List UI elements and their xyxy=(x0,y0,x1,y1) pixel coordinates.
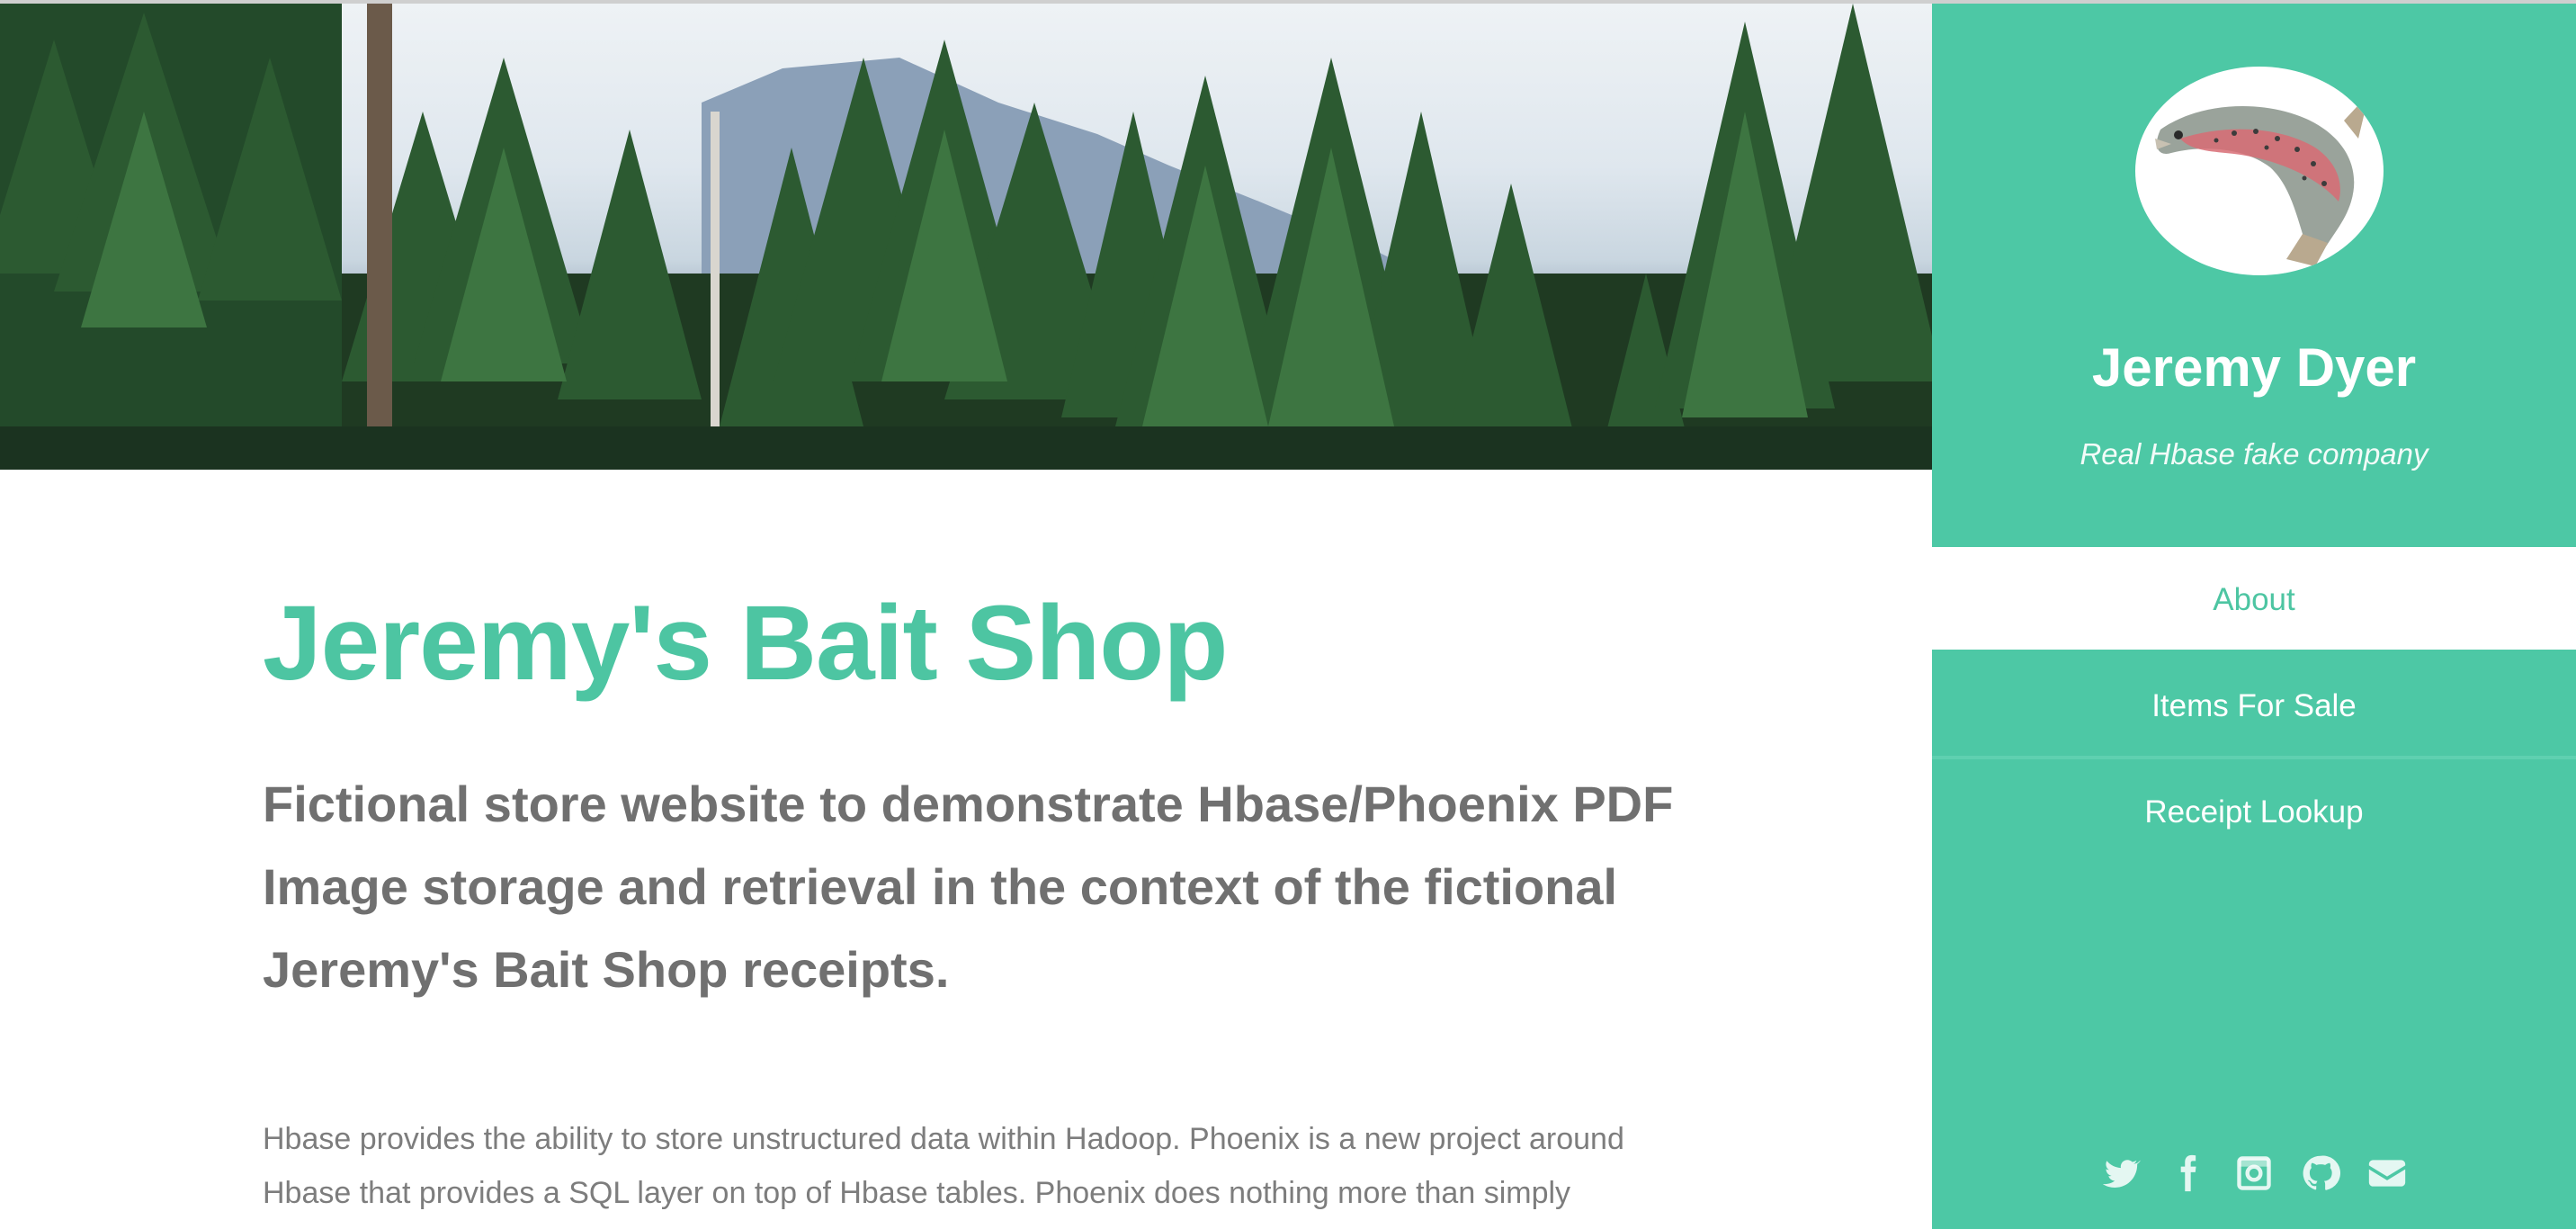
intro-paragraph: Hbase provides the ability to store unst… xyxy=(263,1122,1624,1210)
header-banner-image xyxy=(0,4,1932,470)
github-icon[interactable] xyxy=(2301,1153,2340,1193)
page-title: Jeremy's Bait Shop xyxy=(263,584,1228,703)
nav-item-items-for-sale[interactable]: Items For Sale xyxy=(1932,653,2576,759)
twitter-icon[interactable] xyxy=(2101,1153,2141,1193)
sidebar-tagline: Real Hbase fake company xyxy=(2080,437,2428,471)
instagram-icon[interactable] xyxy=(2234,1153,2274,1193)
trout-icon xyxy=(2155,94,2369,267)
email-icon[interactable] xyxy=(2367,1153,2407,1193)
nav-item-about[interactable]: About xyxy=(1932,547,2576,653)
page-subtitle: Fictional store website to demonstrate H… xyxy=(263,776,1674,998)
sidebar: Jeremy Dyer Real Hbase fake company Abou… xyxy=(1932,4,2576,1229)
nav-item-receipt-lookup[interactable]: Receipt Lookup xyxy=(1932,759,2576,866)
avatar xyxy=(2135,67,2384,275)
sidebar-nav: About Items For Sale Receipt Lookup xyxy=(1932,547,2576,866)
sidebar-name: Jeremy Dyer xyxy=(2091,337,2417,398)
social-links xyxy=(1932,1153,2576,1197)
page: Jeremy's Bait Shop Fictional store websi… xyxy=(0,0,2576,1229)
facebook-icon[interactable] xyxy=(2168,1153,2207,1193)
main-content: Jeremy's Bait Shop Fictional store websi… xyxy=(263,576,1702,1220)
